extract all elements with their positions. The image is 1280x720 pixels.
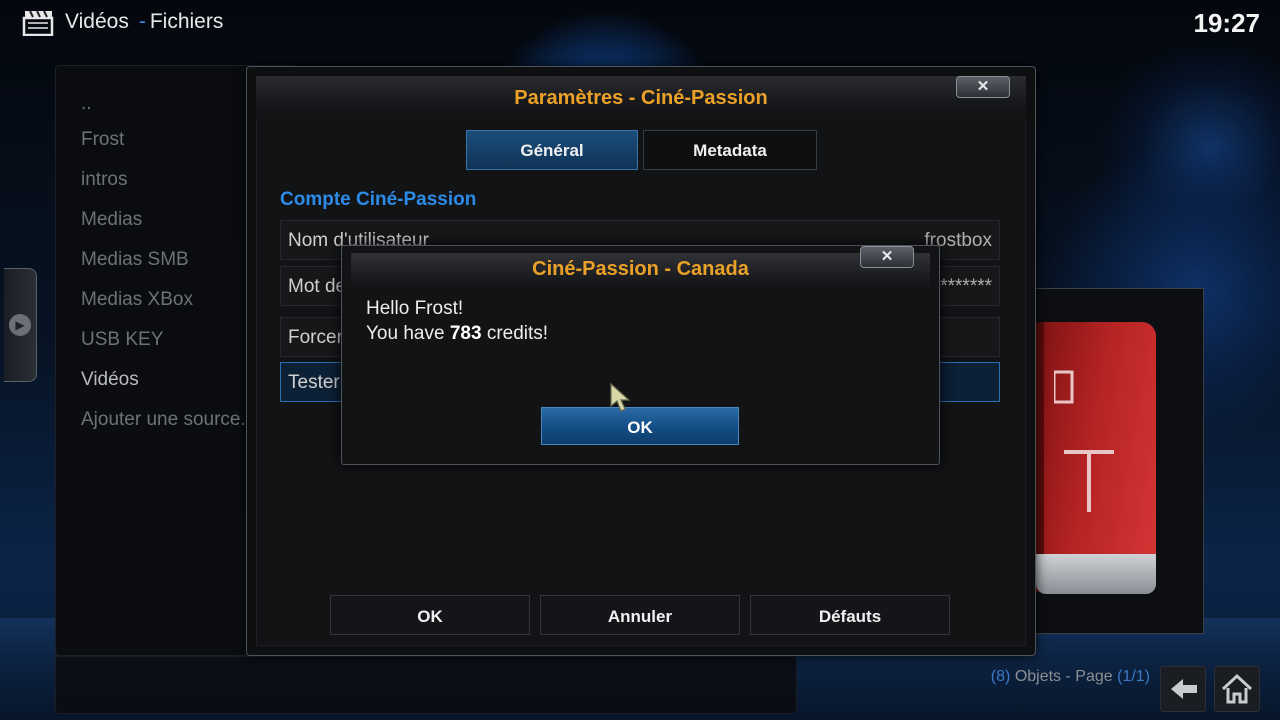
account-section-title: Compte Ciné-Passion	[280, 189, 477, 210]
settings-ok-button[interactable]: OK	[330, 595, 530, 635]
source-item-medias-xbox[interactable]: Medias XBox	[81, 289, 193, 311]
settings-defaults-button[interactable]: Défauts	[750, 595, 950, 635]
source-item-medias[interactable]: Medias	[81, 209, 142, 231]
settings-dialog-title: Paramètres - Ciné-Passion	[514, 87, 768, 109]
clapperboard-icon	[22, 10, 54, 36]
credits-popup: Ciné-Passion - Canada ✕ Hello Frost! You…	[341, 245, 940, 465]
settings-close-button[interactable]: ✕	[956, 76, 1010, 98]
close-icon: ✕	[880, 248, 894, 265]
credits-count: 783	[449, 323, 482, 344]
popup-message: Hello Frost! You have 783 credits!	[366, 296, 548, 346]
popup-close-button[interactable]: ✕	[860, 246, 914, 268]
settings-cancel-button[interactable]: Annuler	[540, 595, 740, 635]
tab-metadata[interactable]: Metadata	[643, 130, 817, 170]
source-item-medias-smb[interactable]: Medias SMB	[81, 249, 189, 271]
mouse-cursor-icon	[610, 382, 631, 412]
home-button[interactable]	[1214, 666, 1260, 712]
info-bar	[55, 656, 797, 714]
tab-general[interactable]: Général	[466, 130, 638, 170]
download-icon	[1054, 370, 1114, 512]
source-item-parent[interactable]: ..	[81, 93, 92, 115]
source-item-intros[interactable]: intros	[81, 169, 127, 191]
side-menu-tab[interactable]: ▶	[4, 268, 37, 382]
breadcrumb-section: Vidéos	[65, 10, 129, 33]
source-item-usb-key[interactable]: USB KEY	[81, 329, 163, 351]
credits-suffix: credits!	[486, 323, 549, 344]
force-label: Forcer	[288, 327, 343, 348]
chevron-right-icon: ▶	[9, 314, 31, 336]
clock: 19:27	[1193, 8, 1261, 38]
breadcrumb-separator: -	[138, 10, 146, 33]
header: Vidéos - Fichiers 19:27	[0, 0, 1280, 46]
source-item-videos[interactable]: Vidéos	[81, 369, 139, 391]
credits-prefix: You have	[366, 323, 445, 344]
back-arrow-icon	[1171, 679, 1197, 699]
page-number: 1/1	[1122, 668, 1145, 685]
objects-label: Objets - Page	[1014, 668, 1113, 685]
breadcrumb: Vidéos - Fichiers	[65, 10, 223, 34]
popup-credits-line: You have 783 credits!	[366, 321, 548, 346]
popup-title: Ciné-Passion - Canada	[532, 258, 749, 280]
popup-ok-button[interactable]: OK	[541, 407, 739, 445]
count-paren-close: )	[1005, 668, 1011, 685]
page-paren-close: )	[1144, 668, 1150, 685]
back-button[interactable]	[1160, 666, 1206, 712]
breadcrumb-subsection: Fichiers	[149, 10, 224, 33]
close-icon: ✕	[976, 78, 990, 95]
source-item-add-source[interactable]: Ajouter une source...	[81, 409, 256, 431]
folder-thumbnail-image	[1030, 322, 1156, 594]
test-label: Tester	[288, 372, 340, 393]
item-count: 8	[996, 668, 1006, 685]
home-icon	[1221, 673, 1253, 704]
password-value: ********	[932, 276, 992, 297]
popup-greeting: Hello Frost!	[366, 298, 464, 319]
page-info: (8) Objets - Page (1/1)	[960, 668, 1150, 686]
source-item-frost[interactable]: Frost	[81, 129, 124, 151]
